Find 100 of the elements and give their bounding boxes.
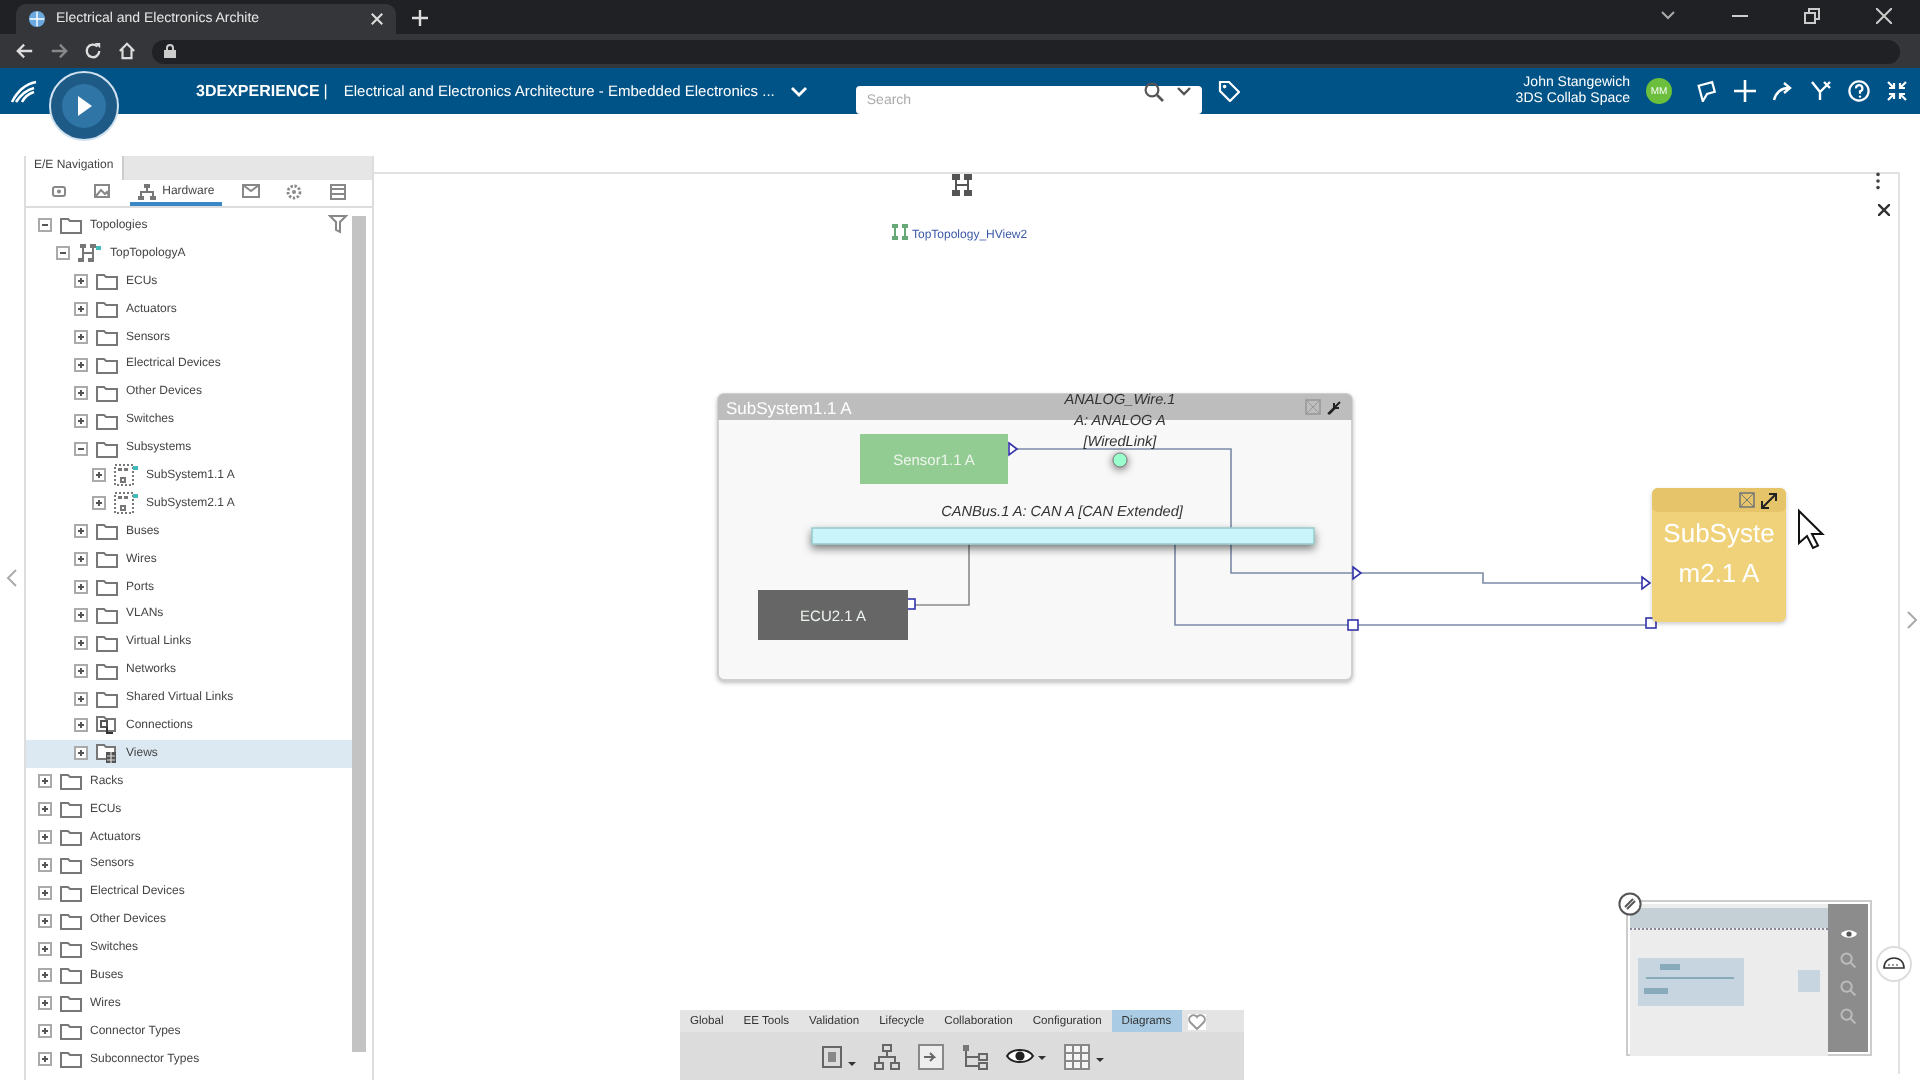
- separator: |: [323, 82, 328, 100]
- expand-toggle[interactable]: [74, 524, 88, 539]
- folder-icon: [96, 689, 118, 708]
- expand-toggle[interactable]: [74, 580, 88, 595]
- subsystem-icon: [114, 492, 138, 515]
- expand-icon[interactable]: [1761, 493, 1777, 509]
- folder-icon: [60, 828, 82, 847]
- expand-toggle[interactable]: [74, 441, 88, 456]
- chat-icon[interactable]: [1876, 946, 1912, 982]
- folder-icon: [96, 411, 118, 430]
- expand-toggle[interactable]: [38, 885, 52, 900]
- folder-icon: [96, 272, 118, 291]
- more-icon[interactable]: [1874, 172, 1882, 190]
- expand-toggle[interactable]: [38, 941, 52, 956]
- eye-icon[interactable]: [1005, 1046, 1045, 1066]
- folder-icon: [96, 605, 118, 624]
- collapse-icon[interactable]: [1327, 401, 1341, 415]
- expand-toggle[interactable]: [38, 1052, 52, 1067]
- tools-icon[interactable]: [1810, 80, 1832, 102]
- expand-toggle[interactable]: [74, 691, 88, 706]
- fit-icon[interactable]: [1739, 492, 1755, 508]
- globe-icon: [28, 10, 46, 28]
- tag-icon[interactable]: [1218, 80, 1241, 102]
- overview-toggle-icon[interactable]: [1618, 892, 1642, 916]
- expand-toggle[interactable]: [74, 718, 88, 733]
- help-icon[interactable]: [1848, 80, 1870, 102]
- plus-icon[interactable]: [1734, 80, 1756, 102]
- hierarchy-icon[interactable]: [873, 1043, 899, 1069]
- expand-toggle[interactable]: [38, 996, 52, 1011]
- folder-icon: [96, 355, 118, 374]
- folder-icon: [96, 328, 118, 346]
- network-icon: [138, 183, 157, 199]
- gear-icon: [286, 183, 303, 199]
- expand-toggle[interactable]: [38, 857, 52, 872]
- expand-toggle[interactable]: [74, 274, 88, 289]
- folder-icon: [96, 383, 118, 402]
- port-marker[interactable]: [1645, 617, 1657, 629]
- expand-toggle[interactable]: [74, 330, 88, 344]
- expand-toggle[interactable]: [74, 357, 88, 372]
- folder-icon: [60, 855, 82, 874]
- view-icon[interactable]: [952, 174, 972, 196]
- wire-handle[interactable]: [1112, 452, 1128, 468]
- expand-toggle[interactable]: [38, 968, 52, 983]
- port-marker[interactable]: [1347, 619, 1359, 631]
- eye-icon[interactable]: [1839, 928, 1857, 940]
- connections-icon: [96, 714, 118, 737]
- heart-icon[interactable]: [1187, 1013, 1206, 1029]
- restore-icon[interactable]: [1804, 8, 1820, 24]
- grid-icon[interactable]: [1063, 1043, 1103, 1069]
- expand-toggle[interactable]: [38, 1024, 52, 1039]
- folder-icon: [96, 633, 118, 652]
- expand-toggle[interactable]: [74, 663, 88, 678]
- layout-icon[interactable]: [917, 1043, 943, 1069]
- forward-icon[interactable]: [50, 42, 68, 60]
- chevron-down-icon[interactable]: [1660, 10, 1676, 22]
- camera-icon: [51, 184, 68, 198]
- expand-toggle[interactable]: [56, 246, 70, 261]
- back-icon[interactable]: [16, 42, 34, 60]
- expand-toggle[interactable]: [74, 302, 88, 317]
- expand-toggle[interactable]: [38, 913, 52, 928]
- logo-icon: [8, 77, 40, 105]
- folder-icon: [96, 578, 118, 597]
- expand-toggle[interactable]: [92, 496, 106, 511]
- compass-icon[interactable]: [48, 70, 120, 142]
- expand-toggle[interactable]: [74, 607, 88, 622]
- expand-toggle[interactable]: [74, 413, 88, 428]
- reload-icon[interactable]: [84, 42, 102, 60]
- new-tab-icon[interactable]: [412, 10, 428, 26]
- expand-toggle[interactable]: [74, 552, 88, 567]
- share-icon[interactable]: [1772, 80, 1794, 102]
- chat-bubble-icon[interactable]: [1696, 80, 1718, 102]
- folder-icon: [60, 1050, 82, 1069]
- pointer-icon: [1798, 508, 1825, 550]
- scrollbar[interactable]: [352, 216, 366, 1052]
- tree-layout-icon[interactable]: [961, 1043, 987, 1069]
- caret-icon[interactable]: [1176, 85, 1193, 97]
- filter-icon[interactable]: [328, 214, 348, 234]
- topology-icon: [78, 243, 102, 264]
- brand-name: 3DEXPERIENCE: [196, 82, 320, 100]
- minimize-icon[interactable]: [1732, 10, 1748, 22]
- folder-icon: [60, 216, 82, 235]
- folder-icon: [60, 939, 82, 958]
- expand-toggle[interactable]: [38, 218, 52, 233]
- diagram-tool-icon[interactable]: [821, 1043, 855, 1069]
- folder-icon: [60, 772, 82, 791]
- expand-toggle[interactable]: [38, 830, 52, 845]
- folder-icon: [96, 522, 118, 541]
- home-icon[interactable]: [118, 42, 136, 60]
- expand-toggle[interactable]: [74, 635, 88, 650]
- folder-icon: [60, 966, 82, 985]
- expand-toggle[interactable]: [74, 385, 88, 400]
- close-icon[interactable]: [1878, 204, 1890, 216]
- search-icon[interactable]: [1144, 81, 1165, 101]
- expand-toggle[interactable]: [38, 774, 52, 789]
- expand-toggle[interactable]: [38, 802, 52, 817]
- folder-icon: [96, 300, 118, 319]
- expand-toggle[interactable]: [74, 746, 88, 761]
- expand-toggle[interactable]: [92, 468, 106, 483]
- folder-icon: [60, 883, 82, 902]
- address-field[interactable]: [152, 39, 1900, 63]
